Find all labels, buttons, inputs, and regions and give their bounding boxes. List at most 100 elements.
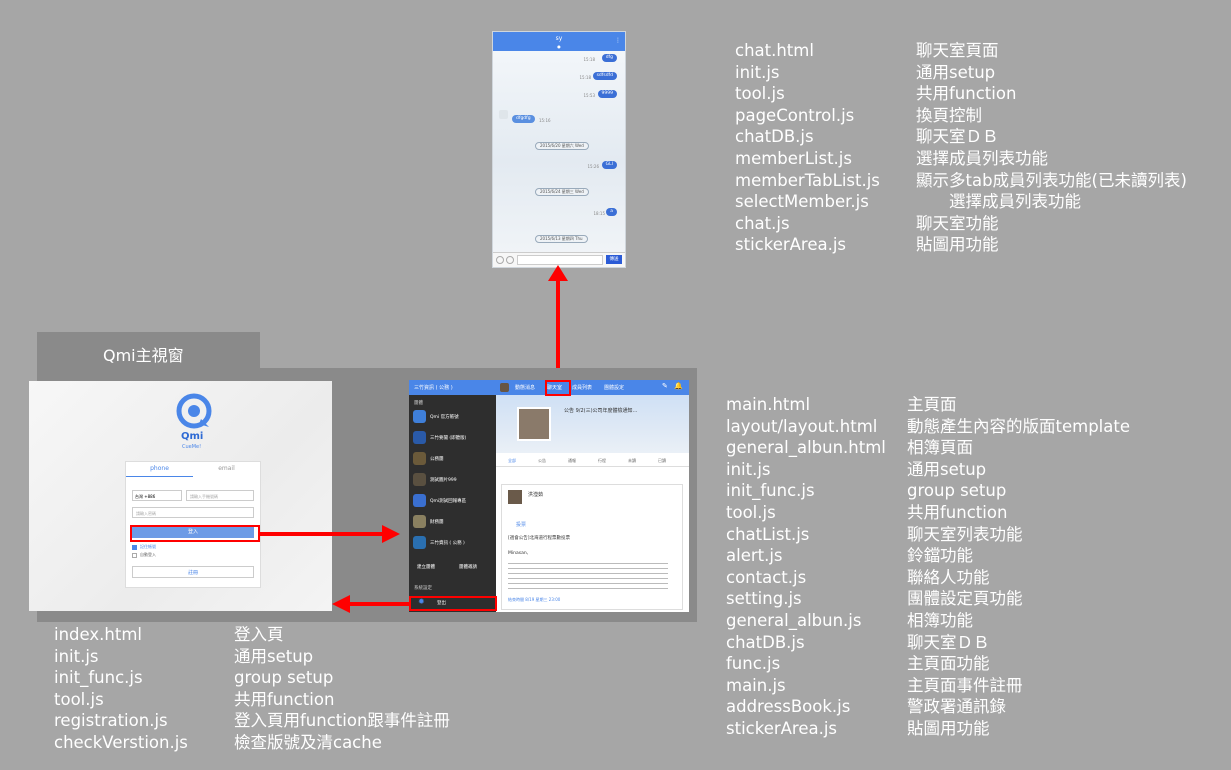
file-row: chatList.js 聊天室列表功能 [726,524,1130,546]
file-row: init.js 通用setup [735,62,1187,84]
file-description: 聊天室列表功能 [907,524,1023,544]
file-description: 登入頁 [234,625,284,644]
file-name: chat.js [735,213,790,233]
bell-icon[interactable]: 🔔 [674,382,683,390]
remember-checkbox[interactable] [132,545,137,550]
message-time: 15:26 [587,164,599,169]
file-row: main.js 主頁面事件註冊 [726,675,1130,697]
file-name: checkVerstion.js [54,732,188,752]
file-row: memberTabList.js 顯示多tab成員列表功能(已未讀列表) [735,170,1187,192]
group-sidebar: 團體 Qmi 官方帳號三竹要聞 (即聽版) 公務團測試圖片999 Qmi測試回報專區… [409,380,496,612]
file-description: 主頁面功能 [907,654,990,674]
tab-members[interactable]: 成員列表 [572,384,592,391]
notice-title: 公告 9/2(三)公司年度體檢通知… [564,408,638,414]
file-row: layout/layout.html 動態產生內容的版面template [726,416,1130,438]
file-description: 選擇成員列表功能 [916,192,1081,212]
tab-group-settings[interactable]: 團體設定 [604,384,624,391]
subtab-report[interactable]: 通報 [568,458,576,464]
subtab-schedule[interactable]: 行程 [598,458,606,464]
file-description: 登入頁用function跟事件註冊 [234,711,450,731]
qmi-logo-icon [176,393,212,429]
more-icon[interactable]: ⋮ [615,37,621,45]
file-row: addressBook.js 警政署通訊錄 [726,696,1130,718]
logo-text: Qmi [181,431,204,442]
subtab-read[interactable]: 已讀 [658,458,666,464]
register-button[interactable]: 註冊 [132,566,254,578]
file-row: alert.js 鈴鐺功能 [726,545,1130,567]
file-description: 聊天室頁面 [916,41,999,60]
chat-header: sy ● ⋮ [493,32,625,51]
arrow-logout-to-login [348,602,409,606]
file-row: selectMember.js 選擇成員列表功能 [735,191,1187,213]
tab-underline [126,476,193,477]
group-item[interactable]: 測試圖片999 [430,477,457,483]
group-item[interactable]: 三竹資訊 ( 公務 ) [430,540,465,546]
highlight-login-button [130,525,260,542]
date-divider: 2015/6/13 星期四 Thu [535,235,588,243]
file-name: init_func.js [726,481,815,501]
group-avatar [413,515,426,528]
main-window-screenshot: 團體 Qmi 官方帳號三竹要聞 (即聽版) 公務團測試圖片999 Qmi測試回報專區… [409,380,689,612]
sticker-icon[interactable] [506,256,514,264]
edit-icon[interactable]: ✎ [662,382,668,390]
avatar [499,110,508,119]
message-bubble: a [606,208,617,216]
create-group-button[interactable]: 建立團體 [417,564,435,570]
message-time: 18:15 [593,211,605,216]
file-description: 聊天室ＤＢ [916,127,999,147]
group-item[interactable]: 財務團 [430,519,444,525]
message-time: 15:18 [583,57,595,62]
country-select[interactable]: 台灣 +886 [132,490,182,501]
auto-login-checkbox[interactable] [132,553,137,558]
group-avatar [413,452,426,465]
section-group-label: 團體 [414,401,423,406]
cover-avatar [517,407,551,441]
password-input[interactable]: 請輸入密碼 [132,507,254,518]
file-name: pageControl.js [735,105,855,125]
poster-name: 洪瀅茹 [528,492,544,498]
group-item[interactable]: Qmi測試回報專區 [430,498,466,504]
group-item[interactable]: 公務團 [430,456,444,462]
login-screenshot: Qmi CueMe! phone email 台灣 +886 請輸入手機號碼 請… [29,381,332,611]
subtab-all[interactable]: 全部 [508,458,516,464]
file-name: stickerArea.js [735,235,847,255]
file-description: 相簿頁面 [907,438,973,458]
file-row: tool.js 共用function [54,689,450,711]
message-bubble: dfg [601,54,617,62]
chat-room-screenshot: sy ● ⋮ dfg 15:18 sdfsdfd 15:18 9999 15:5… [492,31,626,268]
file-description: group setup [907,481,1007,501]
post-card: 洪瀅茹 投票 [週會公告]北海道行程票數投票 Minasan, 結束時間 8/1… [501,484,683,610]
subtab-unread[interactable]: 未讀 [628,458,636,464]
file-name: contact.js [726,567,807,587]
file-row: chat.js 聊天室功能 [735,213,1187,235]
phone-input[interactable]: 請輸入手機號碼 [186,490,254,501]
post-greeting: Minasan, [508,551,529,556]
tab-feed[interactable]: 動態消息 [515,384,535,391]
file-name: main.js [726,675,786,695]
file-name: memberList.js [735,148,852,168]
subtab-notice[interactable]: 公告 [538,458,546,464]
file-name: general_albun.html [726,438,886,458]
tab-email[interactable]: email [193,465,260,472]
file-row: init_func.js group setup [726,480,1130,502]
group-invite-button[interactable]: 團體邀請 [459,564,477,570]
post-body-lines [508,563,668,589]
arrow-login-to-main [260,532,384,536]
group-avatar [413,410,426,423]
file-name: tool.js [735,84,785,104]
file-description: 聯絡人功能 [907,567,990,587]
emoji-icon[interactable] [496,256,504,264]
message-input[interactable] [517,255,603,265]
file-name: init.js [726,459,771,479]
file-description: 主頁面 [907,395,957,414]
send-button[interactable]: 傳送 [606,255,622,264]
tab-phone[interactable]: phone [126,465,193,472]
group-item[interactable]: 三竹要聞 (即聽版) [430,435,466,441]
arrow-head-left [332,595,350,613]
vote-label: 投票 [516,522,527,528]
group-avatar [413,431,426,444]
file-name: addressBook.js [726,697,851,717]
group-item[interactable]: Qmi 官方帳號 [430,414,459,420]
file-row: contact.js 聯絡人功能 [726,567,1130,589]
file-description: 共用function [916,84,1017,104]
